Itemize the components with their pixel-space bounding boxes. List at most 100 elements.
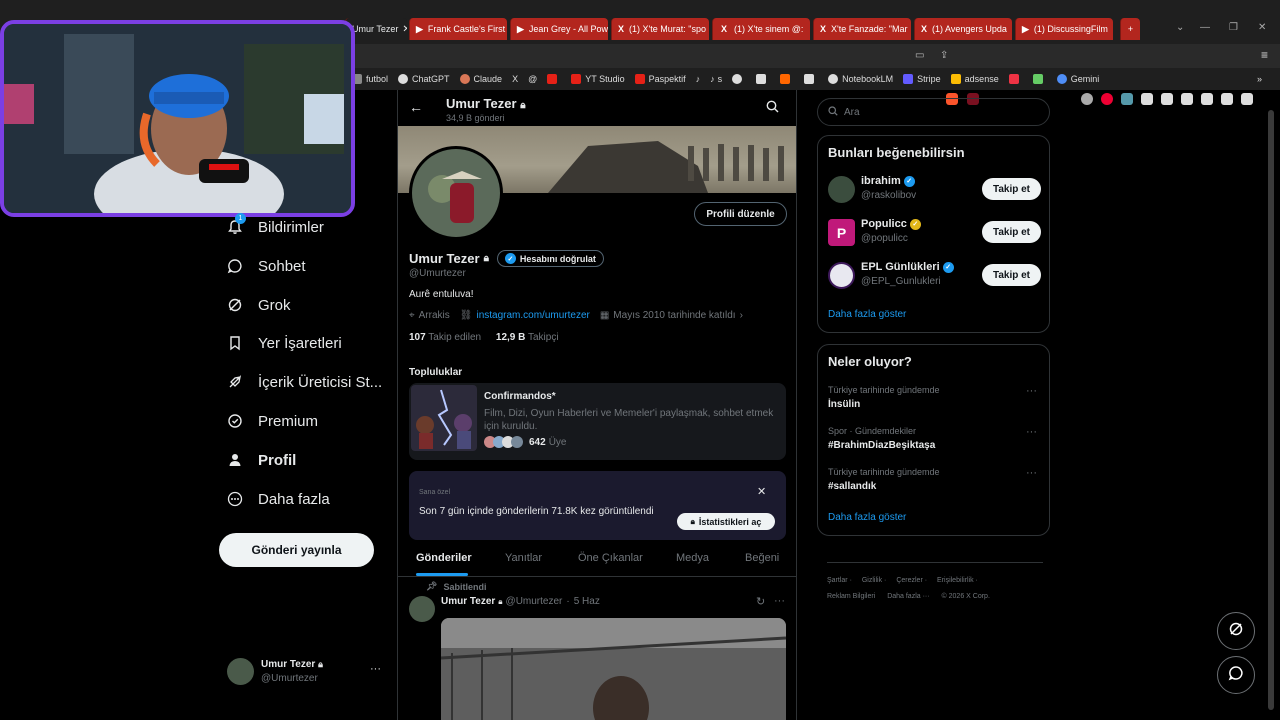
post-button[interactable]: Gönderi yayınla: [219, 533, 374, 567]
show-more-link[interactable]: Daha fazla göster: [828, 309, 906, 320]
nav-sohbet[interactable]: Sohbet: [226, 257, 306, 275]
verify-account-button[interactable]: ✓ Hesabını doğrulat: [496, 250, 604, 267]
avatar[interactable]: [409, 596, 435, 622]
nav-yer-isaretleri[interactable]: Yer İşaretleri: [226, 334, 342, 352]
tab-discussingfilm[interactable]: ▶ (1) DiscussingFilm: [1015, 18, 1113, 40]
chevron-down-icon[interactable]: ⌄: [1176, 22, 1184, 33]
close-icon[interactable]: ✕: [757, 485, 766, 498]
bookmark-notebooklm[interactable]: NotebookLM: [828, 74, 893, 84]
bookmark-misc[interactable]: [756, 74, 770, 84]
nav-icerik-ureticisi[interactable]: İçerik Üreticisi St...: [226, 373, 382, 391]
more-icon[interactable]: ···: [1026, 467, 1037, 479]
page-scrollbar[interactable]: [1268, 110, 1274, 710]
grok-fab[interactable]: [1217, 612, 1255, 650]
open-stats-button[interactable]: 🔒︎ İstatistikleri aç: [677, 513, 775, 530]
tab-jean-grey[interactable]: ▶ Jean Grey - All Pow: [510, 18, 608, 40]
bookmark-claude[interactable]: Claude: [459, 74, 502, 84]
edit-profile-button[interactable]: Profili düzenle: [694, 202, 787, 226]
extension-icon[interactable]: [1121, 93, 1133, 105]
share-icon[interactable]: ⇪: [940, 50, 948, 61]
tab-yanitlar[interactable]: Yanıtlar: [505, 552, 542, 564]
footer-link-terms[interactable]: Şartlar: [827, 577, 848, 584]
more-icon[interactable]: ···: [774, 595, 785, 607]
tab-one-cikanlar[interactable]: Öne Çıkanlar: [578, 552, 643, 564]
wallet-icon[interactable]: [1201, 93, 1213, 105]
bookmark-x[interactable]: X: [512, 74, 518, 84]
footer-link-ads[interactable]: Reklam Bilgileri: [827, 593, 875, 600]
bookmark-misc[interactable]: [804, 74, 818, 84]
bookmark-threads[interactable]: @: [528, 74, 537, 84]
trend-item[interactable]: Türkiye tarihinde gündemde #sallandık ··…: [828, 467, 1041, 492]
bookmark-stripe[interactable]: Stripe: [903, 74, 941, 84]
bookmark-youtube[interactable]: [547, 74, 561, 84]
bookmark-misc[interactable]: [1008, 74, 1023, 84]
suggestion-item[interactable]: ibrahim ✓ @raskolibov Takip et: [828, 173, 1041, 207]
followers-link[interactable]: 12,9 B Takipçi: [496, 332, 559, 343]
nav-premium[interactable]: Premium: [226, 412, 318, 430]
bookmark-tiktok[interactable]: ♪: [696, 74, 701, 84]
more-bookmarks-icon[interactable]: »: [1257, 74, 1262, 84]
extension-icon[interactable]: [1101, 93, 1113, 105]
sidebar-icon[interactable]: [1181, 93, 1193, 105]
minimize-button[interactable]: —: [1200, 22, 1210, 33]
footer-link-more[interactable]: Daha fazla ···: [887, 593, 929, 600]
tab-avengers[interactable]: X (1) Avengers Upda: [914, 18, 1012, 40]
bookmark-chatgpt[interactable]: ChatGPT: [398, 74, 450, 84]
ai-icon[interactable]: [1221, 93, 1233, 105]
grok-analyze-icon[interactable]: ↻: [756, 595, 765, 608]
post-date[interactable]: 5 Haz: [574, 596, 600, 607]
tab-gonderiler[interactable]: Gönderiler: [416, 552, 472, 564]
back-arrow-icon[interactable]: ←: [409, 99, 423, 115]
bookmark-tiktok-s[interactable]: ♪ s: [710, 74, 722, 84]
menu-icon[interactable]: ≡: [1261, 48, 1268, 62]
screen-cast-icon[interactable]: ▭: [915, 50, 924, 61]
tab-frank-castle[interactable]: ▶ Frank Castle's First: [409, 18, 507, 40]
tab-x-sinem[interactable]: X (1) X'te sinem @:: [712, 18, 810, 40]
restore-button[interactable]: ❐: [1229, 22, 1238, 33]
tab-x-murat[interactable]: X (1) X'te Murat: "spo: [611, 18, 709, 40]
community-card[interactable]: Confirmandos* Film, Dizi, Oyun Haberleri…: [409, 383, 786, 460]
footer-link-cookies[interactable]: Çerezler: [896, 577, 922, 584]
chevron-right-icon[interactable]: ›: [740, 310, 743, 321]
trend-item[interactable]: Spor · Gündemdekiler #BrahimDiazBeşiktaş…: [828, 426, 1041, 451]
tab-x-fanzade[interactable]: X X'te Fanzade: "Mar: [813, 18, 911, 40]
follow-button[interactable]: Takip et: [982, 221, 1041, 243]
follow-button[interactable]: Takip et: [982, 178, 1041, 200]
bookmark-misc[interactable]: [780, 74, 794, 84]
bookmark-futbol[interactable]: futbol: [352, 74, 388, 84]
window-close-button[interactable]: ✕: [1258, 22, 1266, 33]
bookmark-yt-studio[interactable]: YT Studio: [571, 74, 625, 84]
bookmark-adsense[interactable]: adsense: [950, 74, 999, 84]
close-icon[interactable]: ✕: [398, 24, 407, 35]
search-icon[interactable]: [766, 100, 779, 118]
extension-icon[interactable]: [1081, 93, 1093, 105]
suggestion-item[interactable]: EPL Günlükleri ✓ @EPL_Gunlukleri Takip et: [828, 259, 1041, 293]
extension-icon[interactable]: [1161, 93, 1173, 105]
more-icon[interactable]: ···: [370, 663, 381, 675]
nav-profil[interactable]: Profil: [226, 451, 296, 469]
more-icon[interactable]: ···: [1026, 426, 1037, 438]
new-tab-button[interactable]: +: [1120, 18, 1140, 40]
bookmark-paspektif[interactable]: Paspektif: [634, 74, 686, 84]
bookmark-gemini[interactable]: Gemini: [1056, 74, 1099, 84]
account-switcher[interactable]: Umur Tezer 🔒︎ @Umurtezer ···: [227, 658, 387, 686]
tab-begeni[interactable]: Beğeni: [745, 552, 779, 564]
messages-fab[interactable]: [1217, 656, 1255, 694]
nav-daha-fazla[interactable]: Daha fazla: [226, 490, 330, 508]
profile-website-link[interactable]: instagram.com/umurtezer: [476, 310, 589, 321]
search-input[interactable]: Ara: [817, 98, 1050, 126]
post-media[interactable]: [441, 618, 786, 720]
footer-link-privacy[interactable]: Gizlilik: [862, 577, 882, 584]
nav-grok[interactable]: Grok: [226, 296, 291, 314]
post-author-name[interactable]: Umur Tezer: [441, 596, 495, 607]
nav-bildirimler[interactable]: 1 Bildirimler: [226, 213, 324, 236]
bookmark-misc[interactable]: [1032, 74, 1047, 84]
profile-avatar[interactable]: [409, 146, 503, 240]
show-more-link[interactable]: Daha fazla göster: [828, 512, 906, 523]
vpn-icon[interactable]: [1241, 93, 1253, 105]
extensions-puzzle-icon[interactable]: [1141, 93, 1153, 105]
footer-link-accessibility[interactable]: Erişilebilirlik: [937, 577, 974, 584]
suggestion-item[interactable]: P Populicc ✓ @populicc Takip et: [828, 216, 1041, 250]
follow-button[interactable]: Takip et: [982, 264, 1041, 286]
trend-item[interactable]: Türkiye tarihinde gündemde İnsülin ···: [828, 385, 1041, 410]
